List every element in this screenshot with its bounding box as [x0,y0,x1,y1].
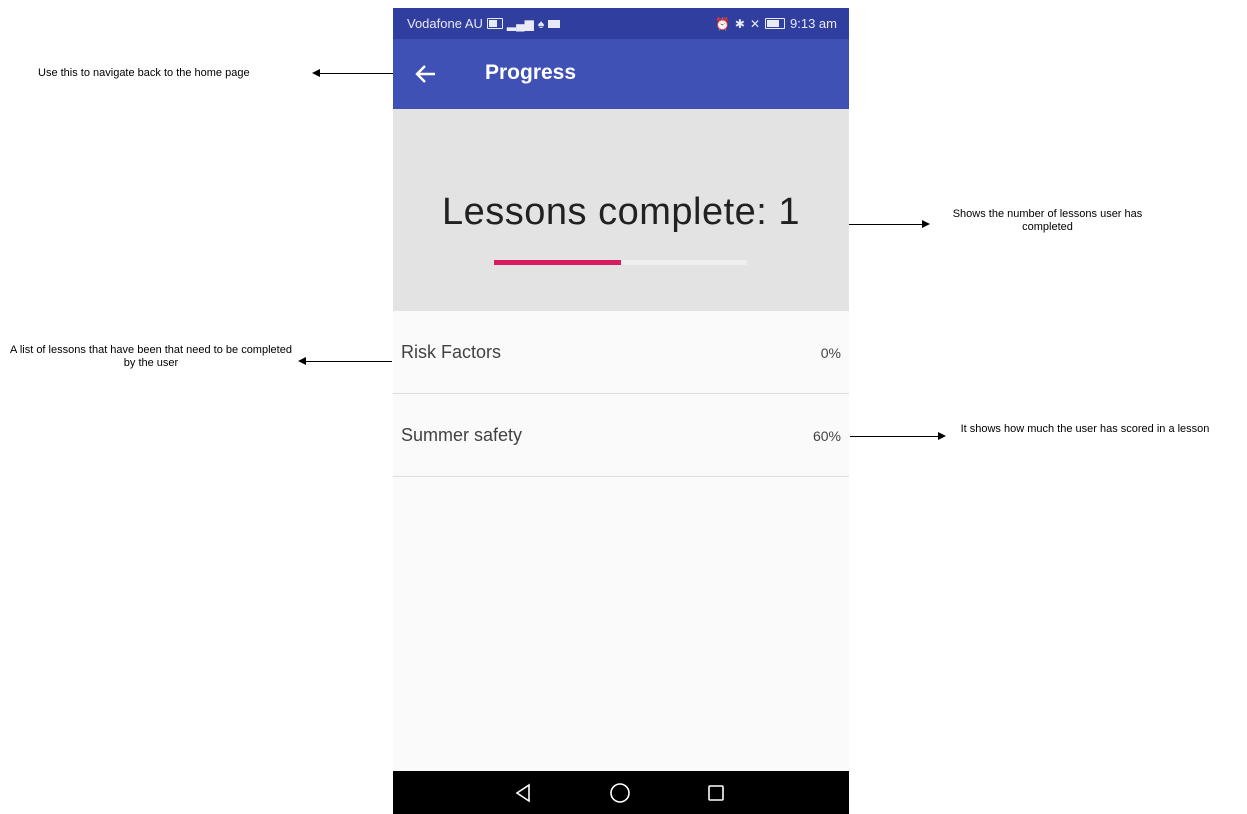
bluetooth-icon: ✱ [734,16,745,31]
lesson-row-summer-safety[interactable]: Summer safety 60% [393,394,849,477]
annotation-score-text: It shows how much the user has scored in… [960,423,1210,435]
nav-back-button[interactable] [511,781,535,805]
progress-bar-fill [494,260,621,265]
mute-icon: ✕ [749,16,761,31]
phone-screen: Vodafone AU ▂▄▆ ♠ ⏰ ✱ ✕ 9:13 am Progress… [393,8,849,814]
triangle-back-icon [515,783,530,803]
carrier-label: Vodafone AU [407,16,483,31]
circle-home-icon [610,783,630,803]
lesson-list: Risk Factors 0% Summer safety 60% [393,311,849,477]
page-title: Progress [485,61,577,84]
system-nav-bar [393,771,849,814]
progress-bar [494,260,747,265]
lesson-score: 0% [820,345,841,361]
lesson-name: Risk Factors [401,342,502,362]
back-button[interactable] [411,59,441,89]
status-bar-right: ⏰ ✱ ✕ 9:13 am [715,16,837,31]
nav-home-button[interactable] [608,781,632,805]
lesson-row-risk-factors[interactable]: Risk Factors 0% [393,311,849,394]
status-bar: Vodafone AU ▂▄▆ ♠ ⏰ ✱ ✕ 9:13 am [393,8,849,39]
arrow-back-icon [415,65,435,83]
notification-bell-icon: ♠ [537,16,545,31]
mail-icon [548,19,561,28]
signal-icon: ▂▄▆ [506,16,534,31]
lesson-name: Summer safety [401,425,523,445]
annotation-score-arrow [850,436,938,437]
annotation-score-arrowhead [938,432,946,440]
lesson-score: 60% [812,428,841,444]
annotation-lesson-list-arrow [304,361,392,362]
status-bar-left: Vodafone AU ▂▄▆ ♠ [407,16,561,31]
nav-recents-button[interactable] [704,781,728,805]
alarm-icon: ⏰ [714,16,730,31]
annotation-lessons-complete-text: Shows the number of lessons user has com… [952,208,1143,233]
annotation-back-text: Use this to navigate back to the home pa… [38,67,250,79]
annotation-back-arrow [318,73,394,74]
app-bar: Progress [393,39,849,109]
annotation-lessons-complete-arrowhead [922,220,930,228]
annotation-lesson-list-text: A list of lessons that have been that ne… [10,344,292,369]
status-time: 9:13 am [790,16,837,31]
volte-icon [486,18,503,29]
progress-summary-panel: Lessons complete: 1 [393,109,849,311]
battery-icon [765,18,786,29]
square-recents-icon [708,785,724,801]
lessons-complete-text: Lessons complete: 1 [441,191,801,233]
